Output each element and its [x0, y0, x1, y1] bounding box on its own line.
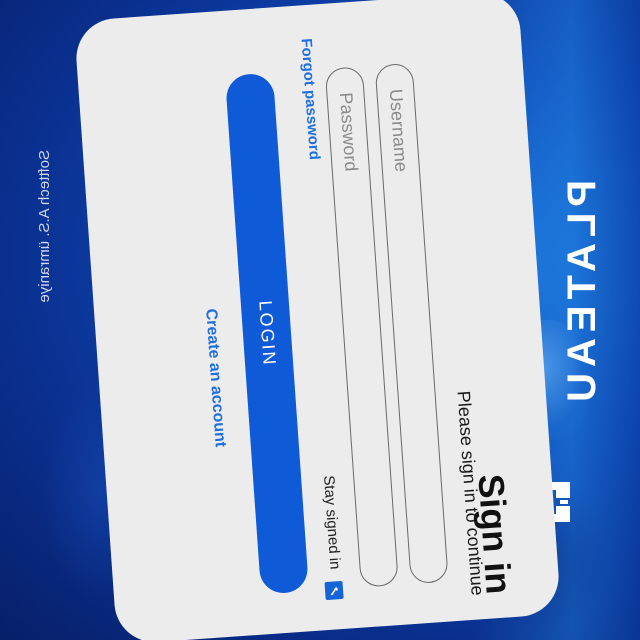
login-card: Sign in Please sign in to continue Forgo…: [73, 0, 562, 640]
login-screen: PLATEAU Sign in Please sign in to contin…: [0, 0, 640, 640]
footer-company-text: Softtech A.S. ümraniye: [36, 150, 53, 303]
checkmark-icon: ✓: [328, 583, 341, 599]
stay-signed-in-row: ✓ Stay signed in: [304, 399, 348, 601]
brand-name: PLATEAU: [560, 180, 604, 408]
stay-signed-in-label: Stay signed in: [320, 474, 344, 570]
login-button[interactable]: LOGIN: [224, 72, 310, 595]
create-account-link[interactable]: Create an account: [201, 308, 229, 448]
login-card-content: Sign in Please sign in to continue Forgo…: [74, 0, 562, 640]
stay-signed-in-checkbox[interactable]: ✓: [324, 580, 344, 601]
forgot-password-link[interactable]: Forgot password: [298, 38, 323, 161]
